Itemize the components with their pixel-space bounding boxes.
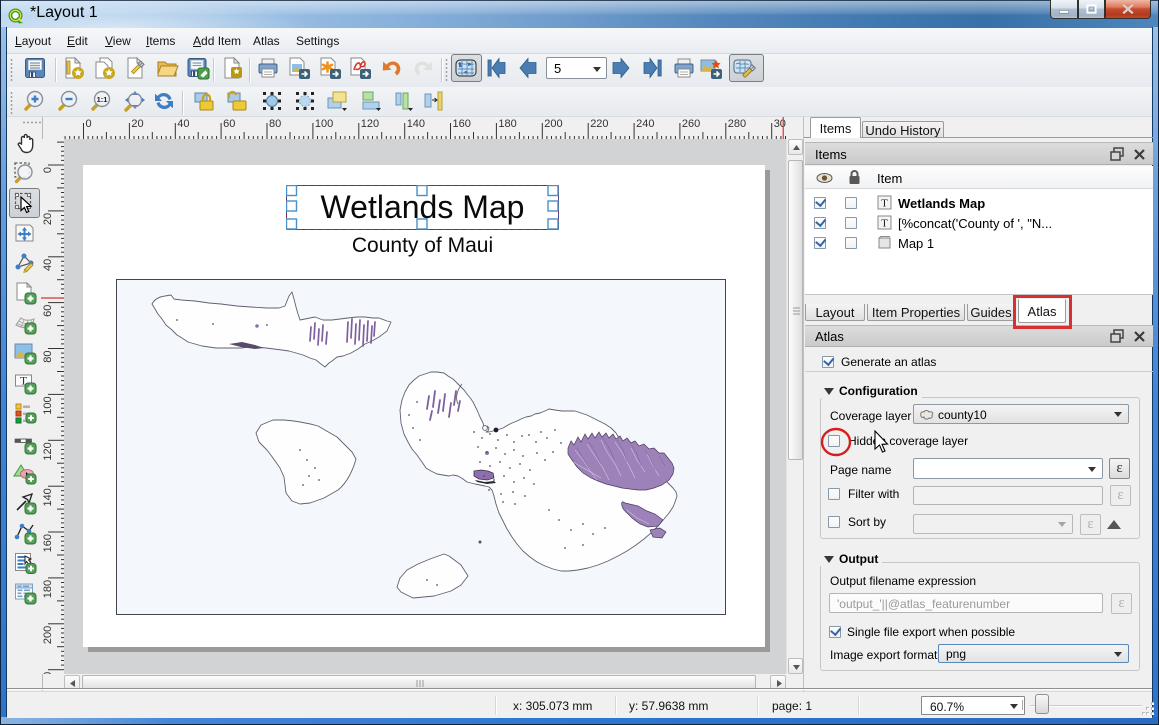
svg-text:180: 180 xyxy=(498,118,516,130)
svg-text:80: 80 xyxy=(269,118,281,130)
svg-text:20: 20 xyxy=(131,118,143,130)
svg-text:40: 40 xyxy=(177,118,189,130)
svg-text:140: 140 xyxy=(407,118,425,130)
svg-text:120: 120 xyxy=(42,442,54,460)
svg-text:140: 140 xyxy=(42,488,54,506)
svg-text:0: 0 xyxy=(42,167,54,173)
svg-text:220: 220 xyxy=(42,672,54,674)
svg-text:40: 40 xyxy=(42,259,54,271)
svg-text:180: 180 xyxy=(42,580,54,598)
svg-text:0: 0 xyxy=(86,118,92,130)
svg-text:160: 160 xyxy=(42,534,54,552)
svg-text:60: 60 xyxy=(223,118,235,130)
svg-text:T: T xyxy=(881,198,888,210)
svg-text:120: 120 xyxy=(361,118,379,130)
svg-text:260: 260 xyxy=(682,118,700,130)
svg-text:1:1: 1:1 xyxy=(97,95,108,104)
svg-text:300: 300 xyxy=(774,118,786,130)
svg-text:160: 160 xyxy=(453,118,471,130)
svg-text:60: 60 xyxy=(42,305,54,317)
svg-text:240: 240 xyxy=(636,118,654,130)
svg-text:80: 80 xyxy=(42,351,54,363)
svg-text:200: 200 xyxy=(544,118,562,130)
svg-text:280: 280 xyxy=(728,118,746,130)
svg-text:20: 20 xyxy=(42,213,54,225)
svg-text:200: 200 xyxy=(42,626,54,644)
svg-text:100: 100 xyxy=(315,118,333,130)
svg-text:T: T xyxy=(881,218,888,230)
svg-text:220: 220 xyxy=(590,118,608,130)
svg-text:100: 100 xyxy=(42,396,54,414)
